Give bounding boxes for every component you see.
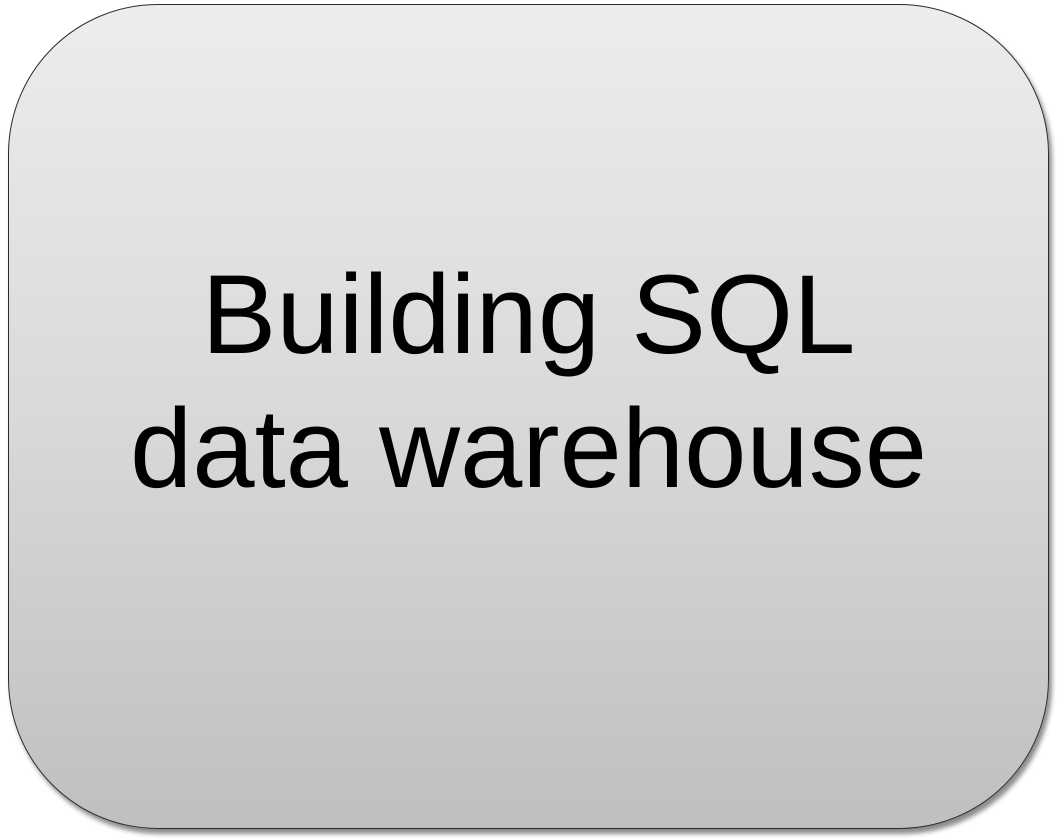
label-line-1: Building SQL [201, 251, 856, 377]
box-label: Building SQL data warehouse [130, 248, 927, 516]
rounded-box: Building SQL data warehouse [8, 4, 1049, 829]
label-line-2: data warehouse [129, 385, 927, 511]
slide-canvas: Building SQL data warehouse [0, 0, 1059, 840]
